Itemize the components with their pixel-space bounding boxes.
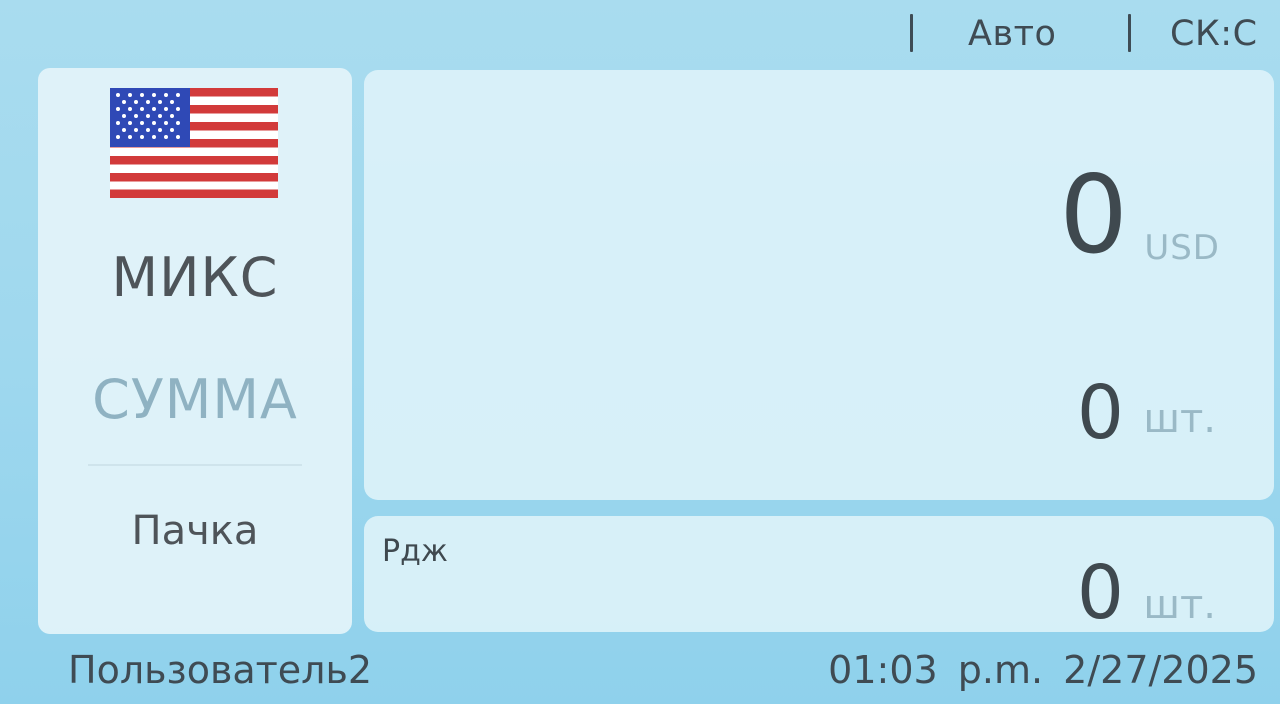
- total-amount: 0: [1059, 153, 1128, 278]
- reject-count: 0: [1076, 550, 1124, 636]
- status-separator: [1128, 14, 1131, 52]
- reject-count-unit: шт.: [1143, 582, 1216, 628]
- count-display-panel: 0 USD 0 шт.: [364, 70, 1274, 500]
- batch-label[interactable]: Пачка: [38, 508, 352, 554]
- currency-label: USD: [1144, 228, 1220, 268]
- note-count: 0: [1076, 370, 1124, 456]
- status-bar: Авто СК:С: [0, 0, 1280, 66]
- sum-mode-label[interactable]: СУММА: [38, 368, 352, 431]
- time-label: 01:03 p.m.: [828, 648, 1044, 692]
- status-separator: [910, 14, 913, 52]
- divider: [88, 464, 302, 466]
- datetime: 01:03 p.m. 2/27/2025: [828, 648, 1258, 692]
- mode-indicator[interactable]: Авто: [968, 14, 1056, 54]
- note-count-unit: шт.: [1143, 396, 1216, 442]
- currency-mode-panel: МИКС СУММА Пачка: [38, 68, 352, 634]
- reject-label: Рдж: [382, 534, 448, 569]
- mix-mode-label[interactable]: МИКС: [38, 246, 352, 309]
- counting-mode-indicator[interactable]: СК:С: [1170, 14, 1258, 54]
- user-label[interactable]: Пользователь2: [68, 648, 372, 692]
- us-flag-icon[interactable]: [110, 88, 278, 198]
- date-label: 2/27/2025: [1063, 648, 1258, 692]
- reject-panel: Рдж 0 шт.: [364, 516, 1274, 632]
